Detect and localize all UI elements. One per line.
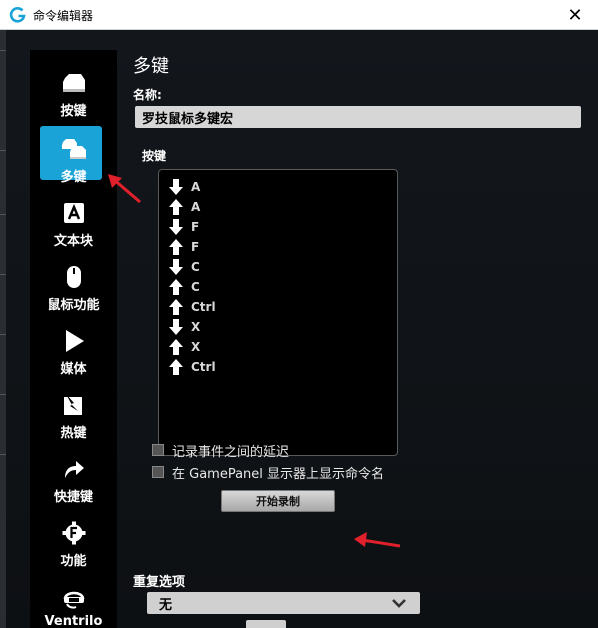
- key-name: A: [191, 200, 201, 214]
- record-delay-checkbox-row[interactable]: 记录事件之间的延迟: [152, 441, 290, 460]
- list-item[interactable]: A: [169, 198, 200, 216]
- sidebar-item-label: 多键: [60, 170, 87, 185]
- name-field[interactable]: 罗技鼠标多键宏: [135, 106, 581, 128]
- mouse-icon: [59, 264, 89, 290]
- sidebar-item-label: 文本块: [53, 234, 93, 249]
- list-item[interactable]: X: [169, 318, 200, 336]
- shortcut-icon: [59, 456, 89, 482]
- key-name: F: [191, 220, 200, 234]
- sidebar-item-shortcut[interactable]: 快捷键: [30, 456, 117, 512]
- record-delay-checkbox[interactable]: [152, 444, 164, 456]
- sidebar-item-ventrilo[interactable]: Ventrilo: [30, 584, 117, 628]
- show-on-gamepanel-checkbox[interactable]: [152, 466, 164, 478]
- show-on-gamepanel-label: 在 GamePanel 显示器上显示命令名: [172, 466, 385, 482]
- arrow-down-icon: [169, 179, 183, 195]
- sidebar-item-label: 鼠标功能: [47, 298, 100, 313]
- name-label: 名称:: [133, 88, 162, 102]
- sidebar-item-mouse-function[interactable]: 鼠标功能: [30, 264, 117, 320]
- key-name: Ctrl: [191, 360, 216, 374]
- sidebar-item-label: 热键: [60, 426, 87, 441]
- key-name: C: [191, 280, 200, 294]
- record-delay-label: 记录事件之间的延迟: [172, 444, 290, 460]
- list-item[interactable]: F: [169, 218, 199, 236]
- arrow-up-icon: [169, 299, 183, 315]
- key-name: X: [191, 320, 201, 334]
- command-type-sidebar: 按键 多键 文本块 鼠标功能 媒体 热键 快捷键 功能 Ventrilo: [30, 50, 117, 628]
- arrow-down-icon: [169, 319, 183, 335]
- text-block-icon: [59, 200, 89, 226]
- arrow-up-icon: [169, 339, 183, 355]
- arrow-up-icon: [169, 359, 183, 375]
- play-icon: [59, 328, 89, 354]
- partial-field[interactable]: [246, 620, 286, 628]
- sidebar-item-hotkey[interactable]: 热键: [30, 392, 117, 448]
- sidebar-item-text-block[interactable]: 文本块: [30, 200, 117, 256]
- sidebar-item-label: Ventrilo: [44, 614, 103, 628]
- headset-icon: [59, 584, 89, 610]
- sidebar-item-label: 功能: [60, 554, 87, 569]
- repeat-options-value: 无: [159, 598, 173, 613]
- repeat-options-select[interactable]: 无: [147, 592, 420, 614]
- sidebar-item-label: 按键: [60, 104, 87, 119]
- sidebar-item-function[interactable]: 功能: [30, 520, 117, 576]
- sidebar-item-label: 快捷键: [53, 490, 93, 505]
- list-item[interactable]: X: [169, 338, 200, 356]
- close-icon: ✕: [567, 4, 583, 26]
- start-recording-button[interactable]: 开始录制: [221, 490, 335, 512]
- hotkey-icon: [59, 392, 89, 418]
- key-name: F: [191, 240, 200, 254]
- repeat-options-label: 重复选项: [133, 575, 186, 590]
- arrow-up-icon: [169, 239, 183, 255]
- sidebar-item-keystroke[interactable]: 按键: [30, 70, 117, 126]
- sidebar-item-media[interactable]: 媒体: [30, 328, 117, 384]
- key-name: C: [191, 260, 200, 274]
- function-icon: [59, 520, 89, 546]
- arrow-down-icon: [169, 259, 183, 275]
- chevron-down-icon: [392, 599, 406, 608]
- sidebar-item-multikey[interactable]: 多键: [30, 126, 117, 192]
- list-item[interactable]: C: [169, 278, 200, 296]
- list-item[interactable]: F: [169, 238, 199, 256]
- window-title: 命令编辑器: [33, 9, 94, 23]
- show-on-gamepanel-checkbox-row[interactable]: 在 GamePanel 显示器上显示命令名: [152, 463, 385, 482]
- page-title: 多键: [133, 56, 169, 77]
- key-name: A: [191, 180, 201, 194]
- multikey-icon: [59, 136, 89, 162]
- close-button[interactable]: ✕: [552, 0, 598, 30]
- sidebar-item-label: 媒体: [60, 362, 87, 377]
- key-icon: [59, 70, 89, 96]
- list-item[interactable]: A: [169, 178, 200, 196]
- list-item[interactable]: C: [169, 258, 200, 276]
- list-item[interactable]: Ctrl: [169, 298, 216, 316]
- key-name: Ctrl: [191, 300, 216, 314]
- annotation-arrow-icon: [108, 174, 141, 204]
- arrow-up-icon: [169, 199, 183, 215]
- key-name: X: [191, 340, 201, 354]
- annotation-arrow-icon: [354, 532, 401, 548]
- keys-label: 按键: [142, 149, 167, 163]
- background-window-strip: [0, 30, 6, 628]
- keys-list[interactable]: A A F F C C Ctrl X X Ctrl: [158, 169, 398, 456]
- title-bar: 命令编辑器 ✕: [0, 0, 598, 30]
- logitech-logo-icon: [9, 7, 26, 23]
- arrow-up-icon: [169, 279, 183, 295]
- arrow-down-icon: [169, 219, 183, 235]
- list-item[interactable]: Ctrl: [169, 358, 216, 376]
